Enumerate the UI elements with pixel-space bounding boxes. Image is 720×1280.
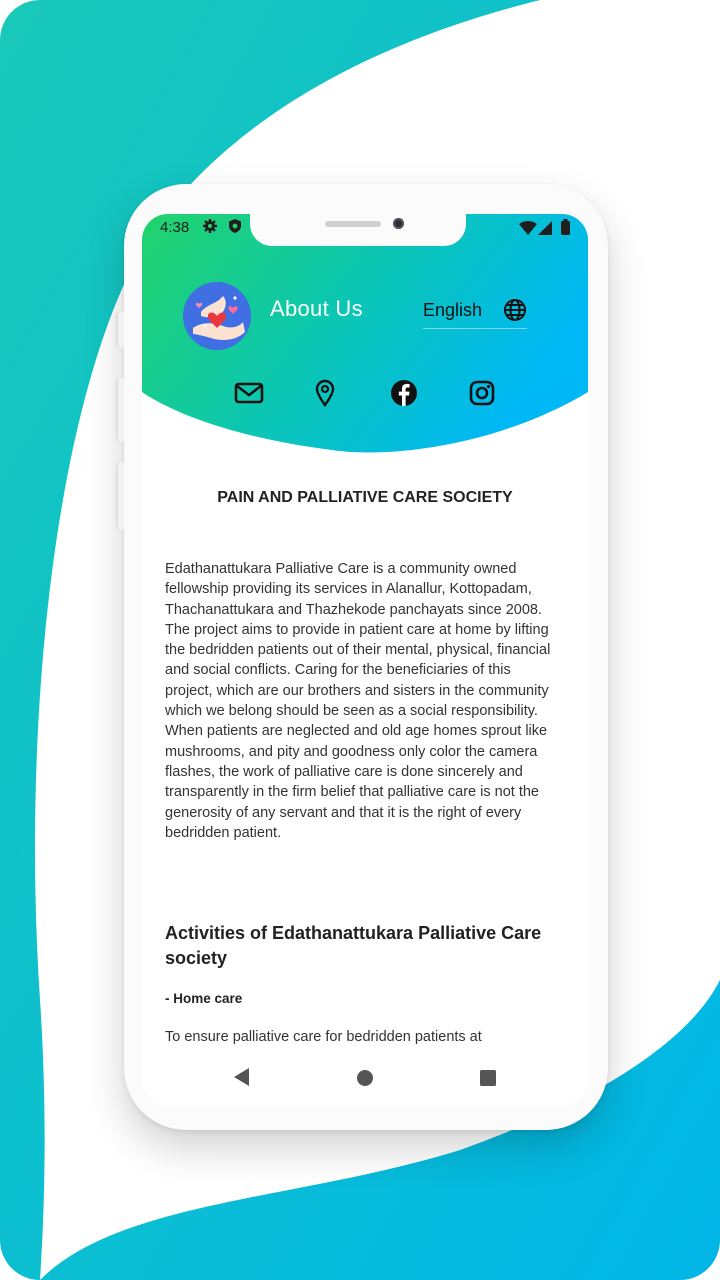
phone-speaker bbox=[325, 221, 381, 227]
activity-title: - Home care bbox=[165, 991, 243, 1006]
battery-icon bbox=[561, 219, 570, 235]
phone-volume-up bbox=[118, 378, 124, 442]
wifi-icon bbox=[519, 221, 537, 235]
app-logo bbox=[183, 282, 251, 350]
phone-volume-down bbox=[118, 462, 124, 530]
screen-notch bbox=[250, 214, 466, 246]
back-icon[interactable] bbox=[232, 1066, 250, 1088]
page-title: About Us bbox=[270, 296, 363, 321]
about-paragraph: Edathanattukara Palliative Care is a com… bbox=[165, 561, 551, 841]
globe-icon bbox=[504, 299, 526, 321]
front-camera bbox=[393, 218, 404, 229]
signal-icon bbox=[538, 221, 552, 235]
email-icon[interactable] bbox=[234, 378, 264, 408]
recents-icon[interactable] bbox=[478, 1068, 498, 1088]
status-time: 4:38 bbox=[160, 219, 190, 236]
language-selector[interactable]: English bbox=[423, 296, 527, 329]
activity-description: To ensure palliative care for bedridden … bbox=[165, 1029, 482, 1045]
facebook-icon[interactable] bbox=[389, 378, 419, 408]
settings-gear-icon bbox=[203, 219, 217, 233]
instagram-icon[interactable] bbox=[467, 378, 497, 408]
activities-heading: Activities of Edathanattukara Palliative… bbox=[165, 923, 542, 968]
shield-icon bbox=[229, 219, 241, 233]
hands-heart-icon bbox=[183, 282, 251, 350]
location-pin-icon[interactable] bbox=[310, 378, 340, 408]
home-icon[interactable] bbox=[355, 1068, 375, 1088]
phone-side-button bbox=[118, 312, 124, 348]
section-heading: PAIN AND PALLIATIVE CARE SOCIETY bbox=[217, 489, 513, 506]
language-label: English bbox=[423, 300, 483, 320]
